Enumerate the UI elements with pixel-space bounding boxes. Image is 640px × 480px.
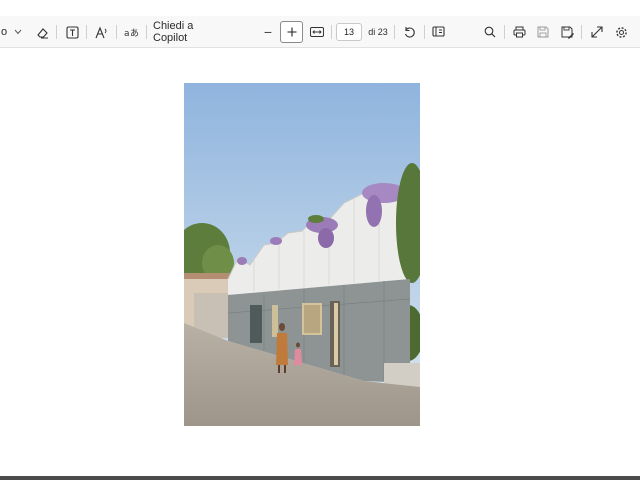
toolbar-separator bbox=[394, 25, 395, 39]
toolbar-separator bbox=[146, 25, 147, 39]
toolbar-separator bbox=[116, 25, 117, 39]
svg-text:a: a bbox=[124, 29, 130, 38]
plus-icon bbox=[287, 27, 296, 37]
toolbar-separator bbox=[424, 25, 425, 39]
toolbar-separator bbox=[581, 25, 582, 39]
bottom-border bbox=[0, 476, 640, 480]
expand-icon[interactable] bbox=[588, 16, 606, 48]
architectural-render-image bbox=[184, 83, 420, 426]
page-view-icon[interactable] bbox=[430, 16, 448, 48]
pdf-page-image bbox=[184, 83, 420, 426]
chevron-down-icon[interactable] bbox=[12, 16, 24, 48]
translate-icon[interactable]: aあ bbox=[122, 16, 140, 48]
search-icon[interactable] bbox=[481, 16, 499, 48]
toolbar-separator bbox=[86, 25, 87, 39]
toolbar-separator bbox=[331, 25, 332, 39]
toolbar-separator bbox=[504, 25, 505, 39]
zoom-out-button[interactable]: − bbox=[260, 16, 276, 48]
rotate-icon[interactable] bbox=[400, 16, 418, 48]
zoom-in-button[interactable] bbox=[280, 21, 303, 43]
save-icon[interactable] bbox=[534, 16, 552, 48]
page-total-label: di 23 bbox=[368, 27, 388, 37]
toolbar-separator bbox=[56, 25, 57, 39]
read-aloud-icon[interactable] bbox=[93, 16, 111, 48]
gear-icon[interactable] bbox=[612, 16, 630, 48]
text-box-icon[interactable] bbox=[63, 16, 81, 48]
page-number-input[interactable]: 13 bbox=[336, 23, 362, 41]
pdf-toolbar: o aあ Chiedi a Copilot − 13 di 23 bbox=[0, 16, 640, 48]
eraser-icon[interactable] bbox=[33, 16, 51, 48]
ask-copilot-button[interactable]: Chiedi a Copilot bbox=[153, 16, 229, 48]
save-as-icon[interactable] bbox=[558, 16, 576, 48]
fit-page-icon[interactable] bbox=[308, 16, 326, 48]
toolbar-partial-label[interactable]: o bbox=[0, 16, 8, 48]
print-icon[interactable] bbox=[510, 16, 528, 48]
svg-text:あ: あ bbox=[130, 28, 139, 38]
